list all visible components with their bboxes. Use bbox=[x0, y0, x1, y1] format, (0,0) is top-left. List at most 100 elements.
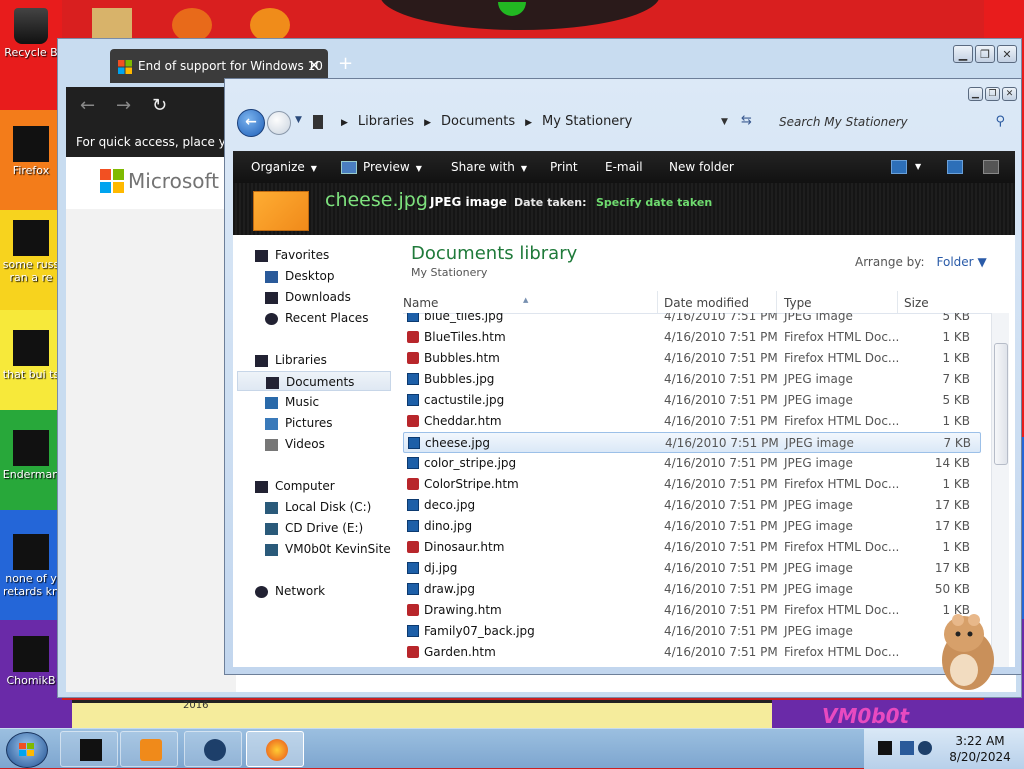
nav-favorites[interactable]: Favorites bbox=[255, 245, 329, 265]
desktop-icon-document[interactable]: that bui ts bbox=[0, 330, 62, 381]
minimize-button[interactable]: ▁ bbox=[953, 45, 973, 63]
forward-arrow-icon[interactable]: → bbox=[116, 95, 131, 116]
file-type: JPEG image bbox=[784, 561, 853, 575]
preview-button[interactable]: Preview ▼ bbox=[341, 151, 422, 183]
maximize-button[interactable]: ❐ bbox=[985, 87, 1000, 101]
desktop-icon-enderman[interactable]: Enderman bbox=[0, 430, 62, 481]
details-date-taken-value[interactable]: Specify date taken bbox=[596, 196, 712, 209]
nav-computer[interactable]: Computer bbox=[255, 476, 335, 496]
search-input[interactable]: Search My Stationery ⚲ bbox=[771, 110, 1011, 134]
back-arrow-icon[interactable]: ← bbox=[80, 95, 95, 116]
breadcrumb-documents[interactable]: Documents bbox=[441, 114, 515, 129]
jpeg-file-icon bbox=[407, 457, 419, 469]
taskbar-explorer[interactable] bbox=[60, 731, 118, 767]
breadcrumb-my-stationery[interactable]: My Stationery bbox=[542, 114, 632, 129]
reload-icon[interactable]: ↻ bbox=[152, 95, 167, 116]
file-row[interactable]: dino.jpg 4/16/2010 7:51 PM JPEG image 17 KB bbox=[403, 516, 981, 537]
nav-music[interactable]: Music bbox=[265, 392, 319, 412]
new-folder-button[interactable]: New folder bbox=[669, 151, 734, 183]
nav-videos[interactable]: Videos bbox=[265, 434, 325, 454]
file-row[interactable]: dj.jpg 4/16/2010 7:51 PM JPEG image 17 KB bbox=[403, 558, 981, 579]
new-tab-button[interactable]: + bbox=[338, 53, 353, 74]
close-button[interactable]: ✕ bbox=[1002, 87, 1017, 101]
nav-desktop[interactable]: Desktop bbox=[265, 266, 335, 286]
organize-button[interactable]: Organize ▼ bbox=[251, 151, 317, 183]
desktop-icon-label: Firefox bbox=[12, 164, 50, 177]
file-row[interactable]: deco.jpg 4/16/2010 7:51 PM JPEG image 17 KB bbox=[403, 495, 981, 516]
file-row[interactable]: Dinosaur.htm 4/16/2010 7:51 PM Firefox HTM… bbox=[403, 537, 981, 558]
taskbar-media-player[interactable] bbox=[120, 731, 178, 767]
file-row[interactable]: cheese.jpg 4/16/2010 7:51 PM JPEG image 7 K… bbox=[403, 432, 981, 453]
email-button[interactable]: E-mail bbox=[605, 151, 643, 183]
desktop-icon-firefox[interactable]: Firefox bbox=[0, 126, 62, 177]
desktop-icon-app[interactable] bbox=[250, 8, 290, 42]
file-row[interactable]: draw.jpg 4/16/2010 7:51 PM JPEG image 50 KB bbox=[403, 579, 981, 600]
nav-pictures[interactable]: Pictures bbox=[265, 413, 333, 433]
file-row[interactable]: Bubbles.jpg 4/16/2010 7:51 PM JPEG image 7 … bbox=[403, 369, 981, 390]
tray-arrow-icon[interactable] bbox=[878, 741, 892, 755]
column-size[interactable]: Size bbox=[904, 296, 929, 310]
nav-libraries[interactable]: Libraries bbox=[255, 350, 327, 370]
file-row[interactable]: Bubbles.htm 4/16/2010 7:51 PM Firefox HTML… bbox=[403, 348, 981, 369]
taskbar-firefox[interactable] bbox=[246, 731, 304, 767]
file-row[interactable]: Garden.htm 4/16/2010 7:51 PM Firefox HTML … bbox=[403, 642, 981, 663]
desktop-icon-folder[interactable] bbox=[92, 8, 132, 42]
column-divider[interactable] bbox=[657, 291, 658, 313]
maximize-button[interactable]: ❐ bbox=[975, 45, 995, 63]
desktop-icon-chomik[interactable]: ChomikB bbox=[0, 636, 62, 687]
desktop-icon-recycle-bin[interactable]: Recycle B bbox=[0, 8, 62, 59]
address-dropdown-icon[interactable]: ▼ bbox=[721, 117, 728, 127]
back-arrow-icon[interactable]: ← bbox=[237, 109, 265, 137]
view-dropdown-icon[interactable]: ▼ bbox=[915, 151, 921, 183]
volume-icon[interactable] bbox=[918, 741, 932, 755]
column-divider[interactable] bbox=[897, 291, 898, 313]
clock-date[interactable]: 8/20/2024 bbox=[940, 750, 1020, 764]
nav-downloads[interactable]: Downloads bbox=[265, 287, 351, 307]
file-row[interactable]: cactustile.jpg 4/16/2010 7:51 PM JPEG imag… bbox=[403, 390, 981, 411]
print-button[interactable]: Print bbox=[550, 151, 578, 183]
nav-recent-places[interactable]: Recent Places bbox=[265, 308, 368, 328]
microsoft-brand[interactable]: Microsoft bbox=[128, 169, 219, 193]
preview-pane-icon[interactable] bbox=[947, 160, 963, 174]
view-icon[interactable] bbox=[891, 160, 907, 174]
close-button[interactable]: ✕ bbox=[997, 45, 1017, 63]
breadcrumb-libraries[interactable]: Libraries bbox=[358, 114, 414, 129]
file-row[interactable]: Drawing.htm 4/16/2010 7:51 PM Firefox HTML… bbox=[403, 600, 981, 621]
minimize-button[interactable]: ▁ bbox=[968, 87, 983, 101]
column-name[interactable]: Name bbox=[403, 296, 438, 310]
forward-arrow-icon[interactable] bbox=[267, 111, 291, 135]
desktop-icon-video[interactable]: some russ ran a re bbox=[0, 220, 62, 284]
column-divider[interactable] bbox=[776, 291, 777, 313]
file-name: Dinosaur.htm bbox=[424, 540, 505, 554]
breadcrumb[interactable]: ▶ Libraries ▶ Documents ▶ My Stationery bbox=[313, 109, 743, 135]
file-row[interactable]: blue_tiles.jpg 4/16/2010 7:51 PM JPEG imag… bbox=[403, 313, 981, 327]
start-button[interactable] bbox=[6, 732, 48, 768]
share-with-button[interactable]: Share with ▼ bbox=[451, 151, 527, 183]
scrollbar-thumb[interactable] bbox=[994, 343, 1008, 465]
network-icon bbox=[255, 585, 268, 598]
taskbar-app[interactable] bbox=[184, 731, 242, 767]
search-icon[interactable]: ⚲ bbox=[995, 110, 1005, 134]
nav-network-drive[interactable]: VM0b0t KevinSite bbox=[265, 539, 391, 559]
help-icon[interactable] bbox=[983, 160, 999, 174]
file-row[interactable]: BlueTiles.htm 4/16/2010 7:51 PM Firefox HT… bbox=[403, 327, 981, 348]
column-date[interactable]: Date modified bbox=[664, 296, 749, 310]
file-row[interactable]: color_stripe.jpg 4/16/2010 7:51 PM JPEG im… bbox=[403, 453, 981, 474]
file-row[interactable]: ColorStripe.htm 4/16/2010 7:51 PM Firefox … bbox=[403, 474, 981, 495]
file-row[interactable]: Cheddar.htm 4/16/2010 7:51 PM Firefox HTML… bbox=[403, 411, 981, 432]
microsoft-logo-icon[interactable] bbox=[100, 169, 124, 193]
explorer-window[interactable]: ▁ ❐ ✕ ← ▼ ▶ Libraries ▶ Documents ▶ My Statione… bbox=[224, 78, 1022, 675]
nav-network[interactable]: Network bbox=[255, 581, 325, 601]
column-type[interactable]: Type bbox=[784, 296, 812, 310]
clock-time[interactable]: 3:22 AM bbox=[950, 734, 1010, 748]
file-row[interactable]: Family07_back.jpg 4/16/2010 7:51 PM JPEG i… bbox=[403, 621, 981, 642]
arrange-by-dropdown[interactable]: Folder ▼ bbox=[937, 255, 987, 269]
desktop-icon-browser[interactable] bbox=[172, 8, 212, 42]
nav-documents[interactable]: Documents bbox=[237, 371, 391, 391]
nav-local-disk[interactable]: Local Disk (C:) bbox=[265, 497, 371, 517]
network-icon[interactable] bbox=[900, 741, 914, 755]
nav-cd-drive[interactable]: CD Drive (E:) bbox=[265, 518, 363, 538]
refresh-icon[interactable]: ⇆ bbox=[741, 113, 752, 128]
desktop-icon-file[interactable]: none of y retards kn bbox=[0, 534, 62, 598]
chevron-down-icon[interactable]: ▼ bbox=[295, 115, 302, 125]
